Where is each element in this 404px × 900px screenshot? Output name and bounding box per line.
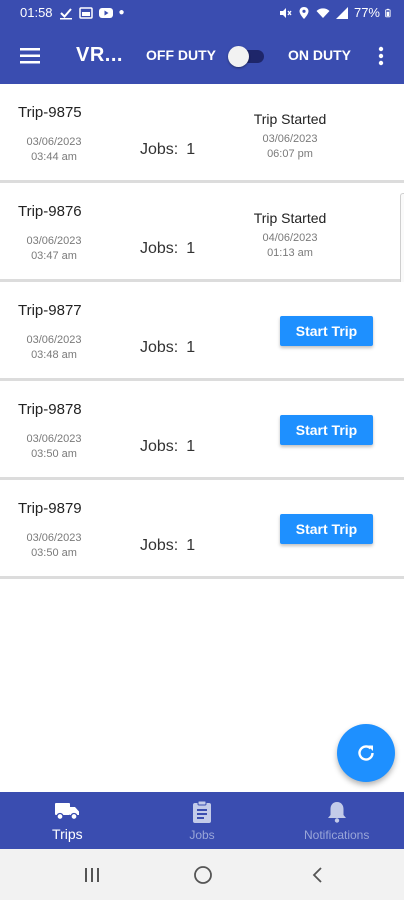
recent-apps-icon[interactable]: [82, 865, 102, 885]
trip-status-date: 03/06/2023 06:07 pm: [244, 132, 336, 162]
jobs-label: Jobs:: [140, 240, 179, 257]
trip-status-text: Trip Started: [253, 111, 327, 127]
battery-icon: [385, 8, 391, 17]
photo-icon: [78, 6, 93, 19]
check-icon: [59, 7, 72, 19]
start-trip-button[interactable]: Start Trip: [280, 514, 373, 544]
trip-status-text: Trip Started: [253, 210, 327, 226]
refresh-button[interactable]: [337, 724, 395, 782]
trip-card[interactable]: Trip-9877 03/06/2023 03:48 am Jobs: 1 Sta…: [0, 282, 404, 381]
more-options-icon[interactable]: [372, 44, 390, 68]
jobs-label: Jobs:: [140, 537, 179, 554]
jobs-label: Jobs:: [140, 339, 179, 356]
trip-created: 03/06/2023 03:48 am: [22, 333, 86, 363]
trip-time: 03:47 am: [31, 250, 77, 262]
start-trip-button[interactable]: Start Trip: [280, 415, 373, 445]
bottom-nav: Trips Jobs Notifications: [0, 792, 404, 849]
trip-date: 03/06/2023: [26, 334, 82, 346]
trip-jobs: Jobs: 1: [140, 141, 195, 159]
nav-notifications[interactable]: Notifications: [269, 792, 404, 849]
trip-date: 03/06/2023: [26, 433, 82, 445]
trip-created: 03/06/2023 03:50 am: [22, 432, 86, 462]
trip-status: Trip Started 03/06/2023 06:07 pm: [244, 111, 336, 162]
trip-id: Trip-9876: [18, 203, 82, 220]
trip-created: 03/06/2023 03:47 am: [22, 234, 86, 264]
hamburger-menu-icon[interactable]: [16, 44, 44, 68]
start-trip-button[interactable]: Start Trip: [280, 316, 373, 346]
system-nav-bar: [0, 849, 404, 900]
jobs-count: 1: [186, 240, 196, 257]
trip-card[interactable]: Trip-9876 03/06/2023 03:47 am Jobs: 1 Tri…: [0, 183, 404, 311]
nav-notifications-label: Notifications: [303, 828, 370, 842]
jobs-count: 1: [186, 537, 196, 554]
trip-jobs: Jobs: 1: [140, 438, 195, 456]
back-icon[interactable]: [308, 865, 328, 885]
status-left: 01:58 ●: [20, 5, 125, 20]
refresh-icon: [358, 745, 374, 761]
mute-icon: [279, 7, 292, 18]
youtube-icon: [98, 7, 113, 18]
trip-id: Trip-9879: [18, 500, 82, 517]
trip-id: Trip-9877: [18, 302, 82, 319]
jobs-label: Jobs:: [140, 438, 179, 455]
app-bar: VR... OFF DUTY ON DUTY: [0, 28, 404, 84]
jobs-count: 1: [186, 438, 196, 455]
trip-id: Trip-9875: [18, 104, 82, 121]
trip-jobs: Jobs: 1: [140, 537, 195, 555]
trip-jobs: Jobs: 1: [140, 240, 195, 258]
trip-card[interactable]: Trip-9879 03/06/2023 03:50 am Jobs: 1 Sta…: [0, 480, 404, 579]
trip-date: 03/06/2023: [26, 136, 82, 148]
status-date: 04/06/2023: [262, 232, 318, 244]
jobs-label: Jobs:: [140, 141, 179, 158]
trip-time: 03:48 am: [31, 349, 77, 361]
status-right: 77%: [278, 5, 394, 20]
jobs-count: 1: [186, 141, 196, 158]
status-date: 03/06/2023: [262, 133, 318, 145]
bell-icon: [327, 802, 346, 823]
off-duty-label: OFF DUTY: [146, 47, 216, 63]
trip-status: Trip Started 04/06/2023 01:13 am: [244, 210, 336, 261]
nav-jobs-label: Jobs: [189, 828, 215, 842]
trip-card[interactable]: Trip-9875 03/06/2023 03:44 am Jobs: 1 Tri…: [0, 84, 404, 183]
trip-list: Trip-9875 03/06/2023 03:44 am Jobs: 1 Tri…: [0, 84, 404, 579]
truck-icon: [55, 803, 80, 821]
status-time: 06:07 pm: [267, 148, 313, 160]
trip-date: 03/06/2023: [26, 235, 82, 247]
trip-created: 03/06/2023 03:50 am: [22, 531, 86, 561]
location-icon: [299, 6, 309, 19]
trip-card[interactable]: Trip-9878 03/06/2023 03:50 am Jobs: 1 Sta…: [0, 381, 404, 480]
trip-jobs: Jobs: 1: [140, 339, 195, 357]
trip-id: Trip-9878: [18, 401, 82, 418]
home-icon[interactable]: [193, 865, 213, 885]
status-time: 01:13 am: [267, 247, 313, 259]
trip-date: 03/06/2023: [26, 532, 82, 544]
battery-percent: 77%: [353, 5, 380, 20]
clipboard-icon: [193, 800, 211, 823]
nav-trips-label: Trips: [52, 826, 83, 842]
trip-time: 03:50 am: [31, 547, 77, 559]
wifi-icon: [316, 7, 330, 18]
on-duty-label: ON DUTY: [288, 47, 351, 63]
trip-created: 03/06/2023 03:44 am: [22, 135, 86, 165]
dot-icon: ●: [118, 7, 125, 18]
jobs-count: 1: [186, 339, 196, 356]
status-bar: 01:58 ● 77%: [0, 0, 404, 28]
toggle-thumb: [228, 46, 249, 67]
signal-icon: [335, 6, 348, 19]
trip-time: 03:50 am: [31, 448, 77, 460]
nav-trips[interactable]: Trips: [0, 792, 135, 849]
nav-jobs[interactable]: Jobs: [135, 792, 270, 849]
trip-time: 03:44 am: [31, 151, 77, 163]
app-title: VR...: [76, 44, 123, 66]
trip-status-date: 04/06/2023 01:13 am: [244, 231, 336, 261]
duty-toggle[interactable]: [228, 46, 266, 67]
status-time: 01:58: [20, 5, 53, 20]
